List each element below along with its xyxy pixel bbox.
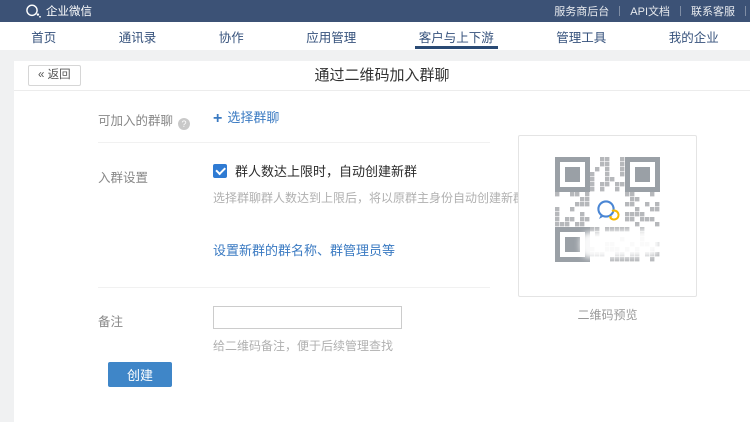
topbar-links: 服务商后台 API文档 联系客服 (544, 3, 746, 19)
select-group-link[interactable]: + 选择群聊 (213, 107, 279, 128)
brand: 企业微信 (25, 3, 92, 19)
qr-blur-overlay (580, 230, 661, 259)
card-header: « 返回 通过二维码加入群聊 (14, 61, 750, 91)
content-card: « 返回 通过二维码加入群聊 可加入的群聊 + 选择群聊 入群设置 群人数达上限时… (14, 61, 750, 422)
main-nav: 首页 通讯录 协作 应用管理 客户与上下游 管理工具 我的企业 (0, 22, 750, 50)
topbar: 企业微信 服务商后台 API文档 联系客服 (0, 0, 750, 22)
new-group-settings-link[interactable]: 设置新群的群名称、群管理员等 (213, 240, 395, 259)
qr-preview-caption: 二维码预览 (518, 306, 697, 323)
separator (745, 6, 746, 16)
plus-icon: + (213, 110, 222, 127)
wecom-bubble-icon (594, 196, 621, 223)
info-icon[interactable] (178, 118, 190, 130)
brand-name: 企业微信 (46, 3, 92, 19)
section-divider (98, 142, 490, 143)
qr-code (555, 157, 660, 262)
joinable-group-label: 可加入的群聊 (98, 110, 190, 130)
join-settings-label: 入群设置 (98, 167, 148, 186)
nav-item-contacts[interactable]: 通讯录 (119, 22, 157, 50)
joinable-group-label-text: 可加入的群聊 (98, 114, 173, 128)
page-title: 通过二维码加入群聊 (14, 61, 750, 90)
nav-item-my-company[interactable]: 我的企业 (669, 22, 719, 50)
remark-label: 备注 (98, 311, 123, 330)
join-settings-helper: 选择群聊群人数达到上限后，将以原群主身份自动创建新群 (213, 189, 525, 206)
remark-input[interactable] (213, 306, 402, 329)
nav-item-collaboration[interactable]: 协作 (219, 22, 244, 50)
section-divider (98, 287, 490, 288)
auto-create-checkbox-label: 群人数达上限时，自动创建新群 (235, 161, 417, 180)
auto-create-checkbox[interactable] (213, 164, 227, 178)
select-group-label: 选择群聊 (227, 110, 279, 125)
nav-item-home[interactable]: 首页 (31, 22, 56, 50)
auto-create-group-option: 群人数达上限时，自动创建新群 (213, 161, 417, 180)
nav-item-apps[interactable]: 应用管理 (306, 22, 356, 50)
nav-item-customers[interactable]: 客户与上下游 (419, 22, 494, 50)
create-button[interactable]: 创建 (108, 362, 172, 387)
qr-preview-panel (518, 135, 697, 297)
api-docs-link[interactable]: API文档 (620, 3, 680, 19)
nav-item-tools[interactable]: 管理工具 (556, 22, 606, 50)
wecom-logo-icon (25, 4, 41, 18)
contact-support-link[interactable]: 联系客服 (681, 3, 745, 19)
provider-console-link[interactable]: 服务商后台 (544, 3, 619, 19)
remark-helper: 给二维码备注，便于后续管理查找 (213, 337, 393, 354)
